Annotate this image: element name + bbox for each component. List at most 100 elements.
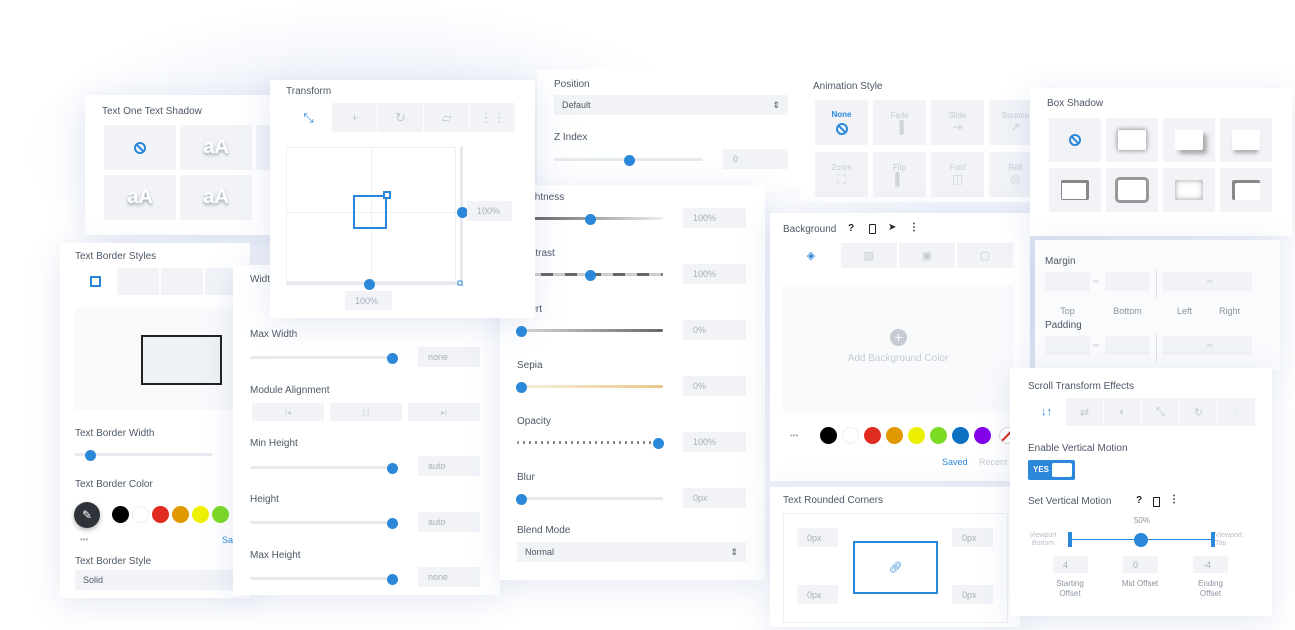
link-scale-icon[interactable]: ⧉ xyxy=(457,278,463,289)
slider-handle[interactable] xyxy=(653,438,664,449)
position-select[interactable]: Default ⇕ xyxy=(554,95,788,115)
plus-icon[interactable]: + xyxy=(890,329,907,346)
background-tab-image[interactable]: ▣ xyxy=(899,243,955,268)
padding-top-input[interactable] xyxy=(1045,336,1090,355)
link-icon[interactable]: ∞ xyxy=(1093,277,1099,286)
shadow-preset[interactable]: aA xyxy=(104,175,176,220)
border-right-tab[interactable] xyxy=(161,268,203,295)
slider-handle[interactable] xyxy=(85,450,96,461)
z-index-input[interactable]: 0 xyxy=(723,149,788,169)
scroll-tab-blur[interactable]: ◌ xyxy=(1218,398,1255,426)
slider-handle[interactable] xyxy=(585,214,596,225)
animation-style-none[interactable]: None xyxy=(815,100,868,145)
shadow-preset[interactable]: aA xyxy=(180,175,252,220)
color-swatch[interactable] xyxy=(864,427,881,444)
color-swatch[interactable] xyxy=(886,427,903,444)
color-swatch[interactable] xyxy=(152,506,169,523)
height-slider[interactable] xyxy=(250,521,393,524)
max-height-input[interactable]: none xyxy=(418,567,480,587)
slider-handle[interactable] xyxy=(387,463,398,474)
eyedropper-icon[interactable]: ✎ xyxy=(74,502,100,528)
animation-style-flip[interactable]: Flip ▌ xyxy=(873,152,926,197)
mobile-icon[interactable] xyxy=(1153,497,1160,507)
saved-tab[interactable]: Saved xyxy=(942,457,968,467)
color-swatch[interactable] xyxy=(952,427,969,444)
brightness-input[interactable]: 100% xyxy=(683,208,746,228)
start-handle[interactable] xyxy=(1068,532,1072,547)
opacity-input[interactable]: 100% xyxy=(683,432,746,452)
border-style-select[interactable]: Solid xyxy=(75,570,250,590)
color-swatch[interactable] xyxy=(172,506,189,523)
sepia-slider[interactable] xyxy=(517,385,663,388)
color-swatch[interactable] xyxy=(842,427,859,444)
mid-offset-input[interactable]: 0 xyxy=(1123,556,1158,573)
box-shadow-none[interactable] xyxy=(1049,118,1101,162)
min-height-slider[interactable] xyxy=(250,466,393,469)
max-width-input[interactable]: none xyxy=(418,347,480,367)
blend-mode-select[interactable]: Normal ⇕ xyxy=(517,542,746,562)
scale-x-input[interactable]: 100% xyxy=(345,291,392,310)
box-shadow-preset[interactable] xyxy=(1220,168,1272,212)
vertical-motion-toggle[interactable]: YES xyxy=(1028,460,1075,480)
scroll-tab-fading[interactable]: ◐ xyxy=(1104,398,1141,426)
box-shadow-preset[interactable] xyxy=(1163,118,1215,162)
slider-handle[interactable] xyxy=(364,279,375,290)
align-left-button[interactable]: |◂ xyxy=(252,403,324,421)
slider-handle[interactable] xyxy=(516,494,527,505)
slider-handle[interactable] xyxy=(387,353,398,364)
color-swatch[interactable] xyxy=(974,427,991,444)
background-tab-gradient[interactable]: ▨ xyxy=(841,243,897,268)
color-swatch[interactable] xyxy=(820,427,837,444)
link-icon[interactable]: ∞ xyxy=(1093,341,1099,350)
border-top-tab[interactable] xyxy=(117,268,159,295)
animation-style-zoom[interactable]: Zoom ⛶ xyxy=(815,152,868,197)
box-shadow-preset[interactable] xyxy=(1220,118,1272,162)
transform-tab-origin[interactable]: ⋮⋮ xyxy=(470,103,515,132)
scale-y-input[interactable]: 100% xyxy=(467,201,512,221)
margin-bottom-input[interactable] xyxy=(1105,272,1150,291)
slider-handle[interactable] xyxy=(387,574,398,585)
box-shadow-preset[interactable] xyxy=(1106,118,1158,162)
ending-offset-input[interactable]: -4 xyxy=(1193,556,1228,573)
saved-tab[interactable]: Sa xyxy=(222,535,233,545)
add-background-area[interactable]: + Add Background Color xyxy=(783,285,1013,412)
transform-tab-scale[interactable]: ⤡ xyxy=(286,103,331,132)
shadow-preset[interactable]: aA xyxy=(180,125,252,170)
sepia-input[interactable]: 0% xyxy=(683,376,746,396)
slider-handle[interactable] xyxy=(585,270,596,281)
mobile-icon[interactable] xyxy=(869,224,876,234)
scroll-tab-horizontal-motion[interactable]: ⇄ xyxy=(1066,398,1103,426)
margin-left-input[interactable] xyxy=(1162,272,1207,291)
mid-handle[interactable] xyxy=(1134,533,1148,547)
top-right-corner-input[interactable]: 0px xyxy=(952,528,993,547)
more-colors-button[interactable]: ••• xyxy=(80,535,88,544)
blur-input[interactable]: 0px xyxy=(683,488,746,508)
color-swatch[interactable] xyxy=(908,427,925,444)
slider-handle[interactable] xyxy=(516,382,527,393)
resize-handle[interactable] xyxy=(383,191,391,199)
blur-slider[interactable] xyxy=(517,497,663,500)
more-options-icon[interactable]: ⋮ xyxy=(909,222,919,233)
help-icon[interactable]: ? xyxy=(1136,495,1142,506)
color-swatch[interactable] xyxy=(192,506,209,523)
link-corners-icon[interactable]: 🔗︎ xyxy=(853,541,938,594)
more-options-icon[interactable]: ⋮ xyxy=(1169,494,1179,505)
padding-bottom-input[interactable] xyxy=(1105,336,1150,355)
help-icon[interactable]: ? xyxy=(848,223,854,234)
min-height-input[interactable]: auto xyxy=(418,456,480,476)
invert-slider[interactable] xyxy=(517,329,663,332)
color-swatch[interactable] xyxy=(212,506,229,523)
height-input[interactable]: auto xyxy=(418,512,480,532)
bottom-right-corner-input[interactable]: 0px xyxy=(952,585,993,604)
align-center-button[interactable]: |:| xyxy=(330,403,402,421)
opacity-slider[interactable] xyxy=(517,441,663,444)
background-tab-color[interactable]: ◈ xyxy=(783,243,839,268)
transform-preview-box[interactable] xyxy=(353,195,387,229)
padding-left-input[interactable] xyxy=(1162,336,1207,355)
color-swatch[interactable] xyxy=(112,506,129,523)
margin-top-input[interactable] xyxy=(1045,272,1090,291)
margin-right-input[interactable] xyxy=(1207,272,1252,291)
more-colors-button[interactable]: ••• xyxy=(790,431,798,440)
link-icon[interactable]: ∞ xyxy=(1207,277,1213,286)
box-shadow-preset[interactable] xyxy=(1106,168,1158,212)
